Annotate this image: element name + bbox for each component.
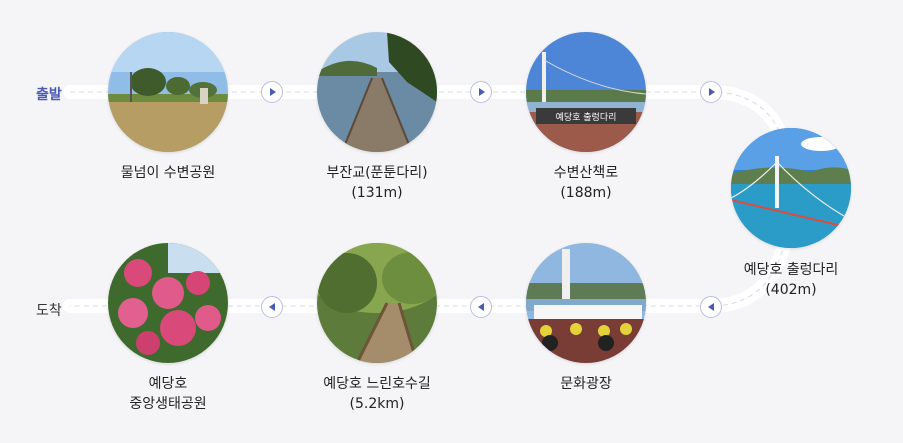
stop-distance: (131m): [351, 185, 403, 201]
course-map: 출발 도착 예당호 출렁다리 물넘이 수변공원 부잔교(푼툰다리) (131m)…: [0, 0, 903, 443]
stop-caption-3: 수변산책로 (188m): [496, 163, 676, 203]
photo-sign-text: 예당호 출렁다리: [556, 111, 617, 123]
stop-name: 부잔교(푼툰다리): [326, 165, 428, 181]
stop-caption-5: 문화광장: [496, 374, 676, 394]
stop-caption-6: 예당호 느린호수길 (5.2km): [287, 374, 467, 414]
arrow-right-icon: [261, 81, 283, 103]
stop-caption-2: 부잔교(푼툰다리) (131m): [287, 163, 467, 203]
stop-name: 수변산책로: [553, 165, 619, 181]
stop-photo-waterside-walkway[interactable]: 예당호 출렁다리: [526, 32, 646, 152]
stop-caption-7: 예당호 중앙생태공원: [78, 374, 258, 414]
end-label: 도착: [36, 303, 62, 319]
stop-distance: 중앙생태공원: [129, 396, 207, 412]
stop-name: 예당호 느린호수길: [323, 376, 431, 392]
stop-name: 물넘이 수변공원: [120, 165, 216, 181]
arrow-left-icon: [470, 296, 492, 318]
stop-photo-mulneomi-park[interactable]: [108, 32, 228, 152]
arrow-right-icon: [470, 81, 492, 103]
stop-photo-central-eco-park[interactable]: [108, 243, 228, 363]
arrow-left-icon: [700, 296, 722, 318]
arrow-left-icon: [261, 296, 283, 318]
stop-photo-culture-square[interactable]: [526, 243, 646, 363]
stop-caption-4: 예당호 출렁다리 (402m): [701, 260, 881, 300]
stop-distance: (188m): [560, 185, 612, 201]
stop-name: 예당호: [148, 376, 188, 392]
stop-name: 문화광장: [560, 376, 612, 392]
stop-photo-slow-lake-trail[interactable]: [317, 243, 437, 363]
stop-caption-1: 물넘이 수변공원: [78, 163, 258, 183]
arrow-right-icon: [700, 81, 722, 103]
stop-photo-suspension-bridge[interactable]: [731, 128, 851, 248]
stop-distance: (402m): [765, 282, 817, 298]
stop-name: 예당호 출렁다리: [743, 262, 839, 278]
stop-photo-pontoon-bridge[interactable]: [317, 32, 437, 152]
stop-distance: (5.2km): [349, 396, 405, 412]
start-label: 출발: [36, 87, 62, 103]
